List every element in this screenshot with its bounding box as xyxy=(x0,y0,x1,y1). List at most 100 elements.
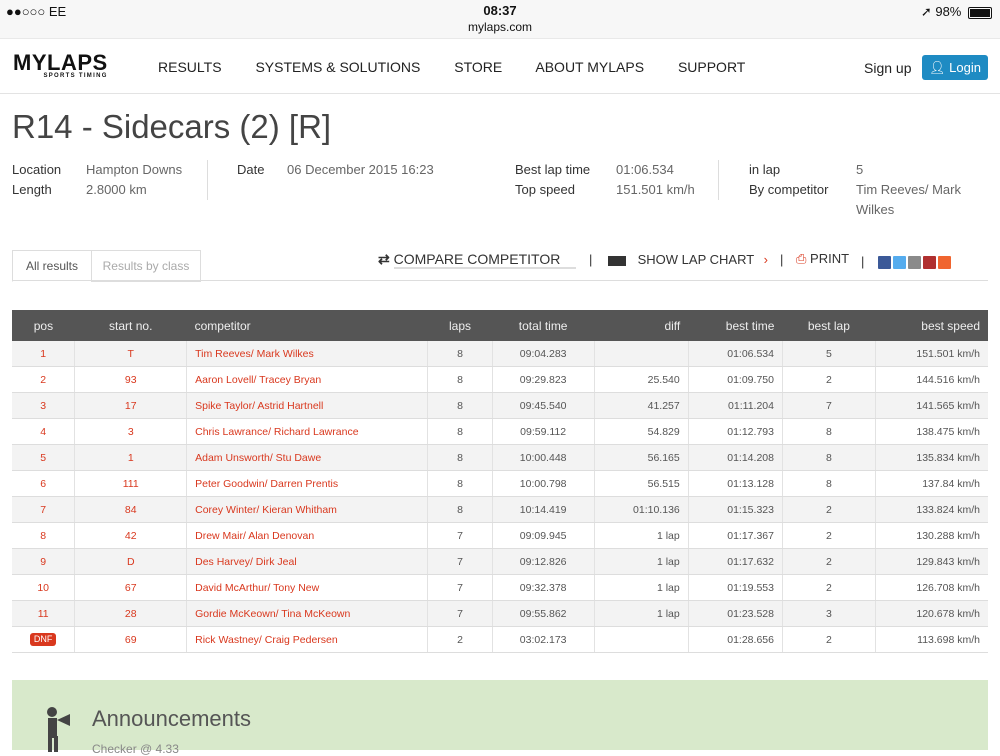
cell-best-time: 01:12.793 xyxy=(688,418,783,445)
results-table: pos start no. competitor laps total time… xyxy=(12,310,988,653)
cell-total-time: 09:04.283 xyxy=(492,341,595,367)
dnf-badge: DNF xyxy=(29,633,57,646)
twitter-icon[interactable] xyxy=(893,256,906,269)
cell-pos: DNF xyxy=(12,626,76,653)
cell-total-time: 09:45.540 xyxy=(492,392,595,419)
cell-best-speed: 141.565 km/h xyxy=(875,392,988,419)
show-lap-chart-button[interactable]: SHOW LAP CHART › xyxy=(608,252,768,267)
table-row[interactable]: 5 1 Adam Unsworth/ Stu Dawe 8 10:00.448 56.16… xyxy=(12,444,988,471)
cell-laps: 8 xyxy=(427,341,493,367)
separator: | xyxy=(861,254,865,269)
cell-laps: 7 xyxy=(427,522,493,549)
cell-total-time: 10:00.798 xyxy=(492,470,595,497)
table-row[interactable]: 9 D Des Harvey/ Dirk Jeal 7 09:12.826 1 lap 01… xyxy=(12,548,988,575)
nav-about-mylaps[interactable]: ABOUT MYLAPS xyxy=(535,59,644,75)
col-pos[interactable]: pos xyxy=(12,310,75,341)
nav-store[interactable]: STORE xyxy=(454,59,502,75)
cell-total-time: 09:59.112 xyxy=(492,418,595,445)
col-best-time[interactable]: best time xyxy=(688,310,783,341)
cell-best-lap: 5 xyxy=(782,341,876,367)
col-laps[interactable]: laps xyxy=(427,310,493,341)
cell-pos: 8 xyxy=(12,522,76,549)
tab-all-results[interactable]: All results xyxy=(12,250,92,282)
table-row[interactable]: 1 T Tim Reeves/ Mark Wilkes 8 09:04.283 01:06… xyxy=(12,341,988,367)
separator: | xyxy=(780,252,784,267)
col-diff[interactable]: diff xyxy=(594,310,689,341)
length-value: 2.8000 km xyxy=(86,182,147,197)
cell-best-time: 01:09.750 xyxy=(688,366,783,393)
tab-results-by-class[interactable]: Results by class xyxy=(91,250,201,282)
cell-competitor[interactable]: Spike Taylor/ Astrid Hartnell xyxy=(186,392,429,419)
cell-competitor[interactable]: David McArthur/ Tony New xyxy=(186,574,429,601)
info-best-values: 01:06.534 151.501 km/h xyxy=(616,160,695,200)
battery-icon xyxy=(968,6,992,19)
cell-competitor[interactable]: Chris Lawrance/ Richard Lawrance xyxy=(186,418,429,445)
cell-best-time: 01:11.204 xyxy=(688,392,783,419)
cell-competitor[interactable]: Corey Winter/ Kieran Whitham xyxy=(186,496,429,523)
nav-results[interactable]: RESULTS xyxy=(158,59,222,75)
cell-best-lap: 3 xyxy=(782,600,876,627)
table-row[interactable]: 2 93 Aaron Lovell/ Tracey Bryan 8 09:29.823 2… xyxy=(12,366,988,393)
table-row[interactable]: 3 17 Spike Taylor/ Astrid Hartnell 8 09:45.5… xyxy=(12,392,988,419)
cell-best-speed: 113.698 km/h xyxy=(875,626,988,653)
cell-total-time: 09:55.862 xyxy=(492,600,595,627)
battery-indicator: ➚ 98% xyxy=(921,4,992,20)
cell-competitor[interactable]: Peter Goodwin/ Darren Prentis xyxy=(186,470,429,497)
clock: 08:37 xyxy=(483,3,517,18)
add-share-icon[interactable] xyxy=(938,256,951,269)
address-bar-url[interactable]: mylaps.com xyxy=(0,20,1000,34)
compare-competitor-button[interactable]: ⇄ COMPARE COMPETITOR xyxy=(378,251,577,269)
table-row[interactable]: 6 111 Peter Goodwin/ Darren Prentis 8 10:00.… xyxy=(12,470,988,497)
col-start-no[interactable]: start no. xyxy=(74,310,187,341)
cell-total-time: 09:12.826 xyxy=(492,548,595,575)
cell-competitor[interactable]: Des Harvey/ Dirk Jeal xyxy=(186,548,429,575)
announcements-title: Announcements xyxy=(92,706,251,731)
main-nav: RESULTS SYSTEMS & SOLUTIONS STORE ABOUT … xyxy=(158,59,775,75)
cell-competitor[interactable]: Aaron Lovell/ Tracey Bryan xyxy=(186,366,429,393)
cell-best-lap: 2 xyxy=(782,522,876,549)
col-total-time[interactable]: total time xyxy=(492,310,595,341)
nav-support[interactable]: SUPPORT xyxy=(678,59,745,75)
cell-best-lap: 2 xyxy=(782,366,876,393)
col-best-lap[interactable]: best lap xyxy=(782,310,876,341)
cell-laps: 8 xyxy=(427,366,493,393)
cell-competitor[interactable]: Drew Mair/ Alan Denovan xyxy=(186,522,429,549)
cell-competitor[interactable]: Tim Reeves/ Mark Wilkes xyxy=(186,341,429,367)
cell-start-no: 1 xyxy=(74,444,188,471)
cell-pos: 7 xyxy=(12,496,76,523)
nav-systems-solutions[interactable]: SYSTEMS & SOLUTIONS xyxy=(255,59,420,75)
cell-pos: 11 xyxy=(12,600,76,627)
cell-competitor[interactable]: Adam Unsworth/ Stu Dawe xyxy=(186,444,429,471)
table-row[interactable]: 7 84 Corey Winter/ Kieran Whitham 8 10:14.41… xyxy=(12,496,988,523)
cell-competitor[interactable]: Gordie McKeown/ Tina McKeown xyxy=(186,600,429,627)
cell-best-speed: 133.824 km/h xyxy=(875,496,988,523)
signup-link[interactable]: Sign up xyxy=(864,60,911,76)
cell-diff: 1 lap xyxy=(594,548,689,575)
in-lap-value: 5 xyxy=(856,162,864,177)
mylaps-logo[interactable]: MYLAPS SPORTS TIMING xyxy=(13,52,108,80)
cell-competitor[interactable]: Rick Wastney/ Craig Pedersen xyxy=(186,626,429,653)
cell-best-lap: 2 xyxy=(782,626,876,653)
table-row[interactable]: 11 28 Gordie McKeown/ Tina McKeown 7 09:55.8… xyxy=(12,600,988,627)
share-icons xyxy=(878,256,953,274)
cell-laps: 8 xyxy=(427,418,493,445)
table-row[interactable]: 4 3 Chris Lawrance/ Richard Lawrance 8 09:59… xyxy=(12,418,988,445)
table-row[interactable]: 10 67 David McArthur/ Tony New 7 09:32.378 1 … xyxy=(12,574,988,601)
swap-arrows-icon: ⇄ xyxy=(378,251,390,267)
col-competitor[interactable]: competitor xyxy=(186,310,428,341)
login-button[interactable]: 👤︎ Login xyxy=(922,55,988,80)
col-best-speed[interactable]: best speed xyxy=(875,310,988,341)
cell-diff: 25.540 xyxy=(594,366,689,393)
gmail-icon[interactable] xyxy=(923,256,936,269)
cell-best-lap: 7 xyxy=(782,392,876,419)
print-button[interactable]: ⎙ PRINT xyxy=(796,251,849,267)
table-row[interactable]: 8 42 Drew Mair/ Alan Denovan 7 09:09.945 1 la… xyxy=(12,522,988,549)
email-icon[interactable] xyxy=(908,256,921,269)
table-row[interactable]: DNF 69 Rick Wastney/ Craig Pedersen 2 03:02.… xyxy=(12,626,988,653)
cell-start-no: 93 xyxy=(74,366,188,393)
cell-diff xyxy=(594,626,689,653)
facebook-icon[interactable] xyxy=(878,256,891,269)
cell-pos: 4 xyxy=(12,418,76,445)
cell-diff: 01:10.136 xyxy=(594,496,689,523)
cell-pos: 1 xyxy=(12,341,76,367)
